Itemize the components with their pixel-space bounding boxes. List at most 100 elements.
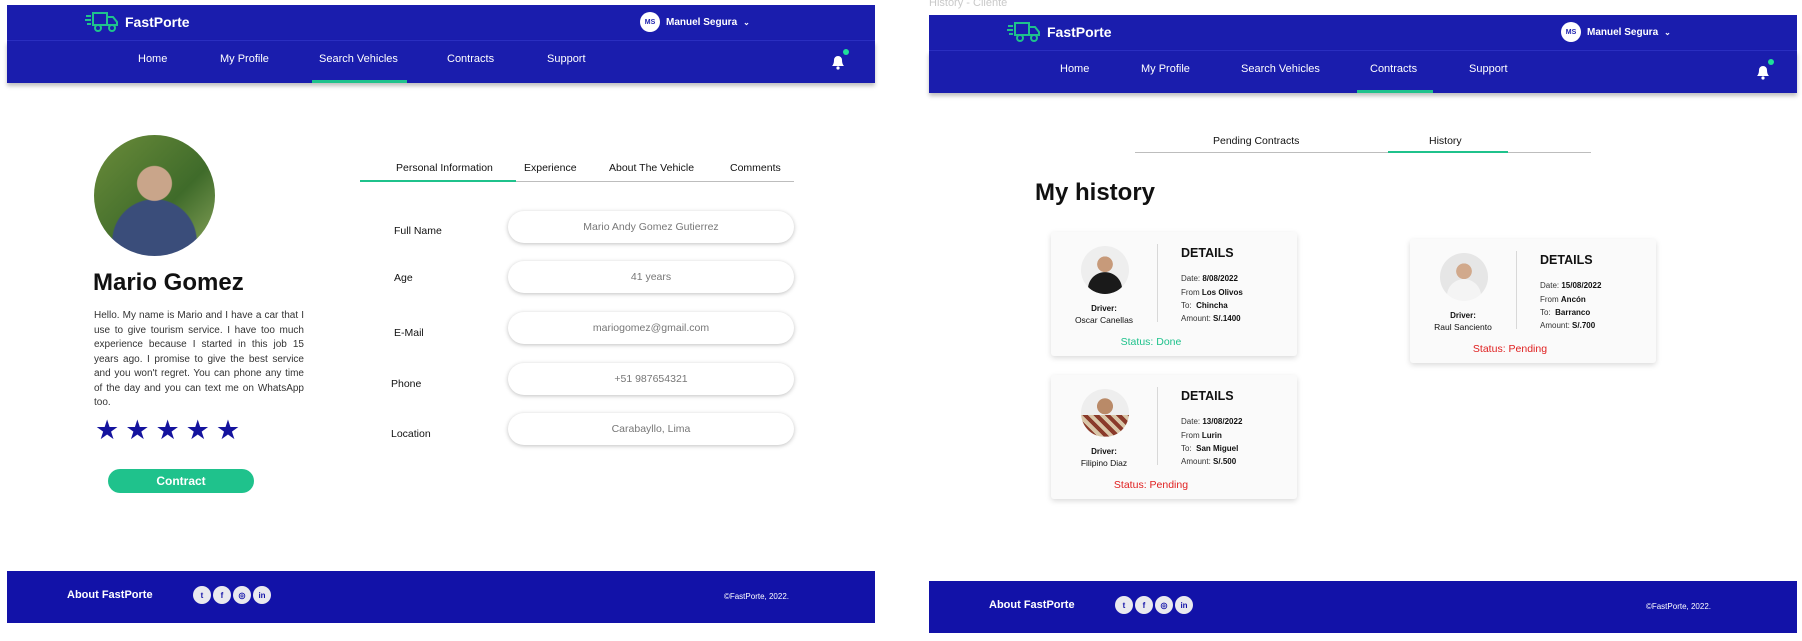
user-avatar: MS [640,12,660,32]
facebook-icon[interactable]: f [1135,596,1153,614]
amount-value: S/.1400 [1213,314,1241,323]
user-menu[interactable]: MS Manuel Segura ⌄ [640,12,750,32]
footer-about-link[interactable]: About FastPorte [67,589,153,601]
tab-comments[interactable]: Comments [730,162,781,174]
main-nav: Home My Profile Search Vehicles Contract… [7,41,875,83]
star-icon: ★ [125,415,150,445]
nav-search-vehicles[interactable]: Search Vehicles [319,53,398,65]
truck-icon [85,9,119,35]
linkedin-icon[interactable]: in [253,586,271,604]
nav-search-vehicles[interactable]: Search Vehicles [1241,63,1320,75]
detail-from: From Los Olivos [1181,288,1243,297]
detail-from: From Ancón [1540,295,1586,304]
driver-label: Driver: [1091,447,1117,456]
tab-pending-contracts[interactable]: Pending Contracts [1213,135,1299,147]
to-value: Chincha [1196,301,1228,310]
brand-logo[interactable]: FastPorte [1007,19,1112,45]
details-title: DETAILS [1181,246,1234,260]
driver-name: Mario Gomez [93,269,244,296]
detail-to: To: Barranco [1540,308,1590,317]
notification-dot [843,49,849,55]
nav-my-profile[interactable]: My Profile [1141,63,1190,75]
contract-button[interactable]: Contract [108,469,254,493]
driver-photo [1440,253,1488,301]
user-menu[interactable]: MS Manuel Segura ⌄ [1561,22,1671,42]
top-bar: FastPorte MS Manuel Segura ⌄ [929,15,1797,51]
page-title: My history [1035,179,1156,206]
status-badge: Status: Done [1120,336,1182,348]
chevron-down-icon: ⌄ [743,17,750,27]
status-badge: Status: Pending [1113,479,1189,491]
nav-contracts[interactable]: Contracts [447,53,494,65]
email-field[interactable]: mariogomez@gmail.com [508,312,794,344]
tab-active-indicator [360,180,516,182]
footer: About FastPorte t f ◎ in ©FastPorte, 202… [7,571,875,623]
facebook-icon[interactable]: f [213,586,231,604]
detail-from: From Lurin [1181,431,1222,440]
age-label: Age [394,272,413,284]
notification-bell-icon[interactable] [827,49,849,73]
twitter-icon[interactable]: t [193,586,211,604]
twitter-icon[interactable]: t [1115,596,1133,614]
history-card[interactable]: Driver: Raul Sanciento DETAILS Date: 15/… [1410,239,1656,363]
footer-about-link[interactable]: About FastPorte [989,599,1075,611]
star-icon: ★ [95,415,120,445]
card-divider [1157,387,1158,465]
instagram-icon[interactable]: ◎ [1155,596,1173,614]
date-label: Date: [1181,417,1201,426]
date-value: 15/08/2022 [1561,281,1602,290]
age-field[interactable]: 41 years [508,261,794,293]
tab-personal-information[interactable]: Personal Information [396,162,493,174]
date-label: Date: [1181,274,1201,283]
details-title: DETAILS [1540,253,1593,267]
to-label: To: [1181,301,1192,310]
nav-contracts[interactable]: Contracts [1370,63,1417,75]
tab-active-indicator [1388,151,1508,153]
tab-history[interactable]: History [1429,135,1462,147]
status-badge: Status: Pending [1472,343,1548,355]
to-label: To: [1540,308,1551,317]
history-card[interactable]: Driver: Oscar Canellas DETAILS Date: 8/0… [1051,232,1297,356]
social-links: t f ◎ in [193,586,271,604]
linkedin-icon[interactable]: in [1175,596,1193,614]
main-nav: Home My Profile Search Vehicles Contract… [929,51,1797,93]
nav-home[interactable]: Home [1060,63,1089,75]
tab-about-the-vehicle[interactable]: About The Vehicle [609,162,694,174]
detail-to: To: San Miguel [1181,444,1238,453]
instagram-icon[interactable]: ◎ [233,586,251,604]
from-value: Lurin [1201,431,1222,440]
notification-bell-icon[interactable] [1752,59,1774,83]
card-divider [1516,251,1517,329]
tabs-divider [1135,152,1591,153]
top-bar: FastPorte MS Manuel Segura ⌄ [7,5,875,41]
full-name-field[interactable]: Mario Andy Gomez Gutierrez [508,211,794,243]
driver-label: Driver: [1091,304,1117,313]
star-icon: ★ [185,415,210,445]
driver-profile-frame: FastPorte MS Manuel Segura ⌄ Home My Pro… [7,5,875,623]
star-icon: ★ [155,415,180,445]
details-title: DETAILS [1181,389,1234,403]
nav-support[interactable]: Support [547,53,586,65]
detail-date: Date: 15/08/2022 [1540,281,1601,290]
tab-experience[interactable]: Experience [524,162,577,174]
user-name: Manuel Segura [666,16,738,28]
full-name-label: Full Name [394,225,442,237]
amount-label: Amount: [1181,457,1211,466]
driver-avatar [94,135,215,256]
nav-my-profile[interactable]: My Profile [220,53,269,65]
brand-name: FastPorte [1047,24,1112,40]
driver-name: Oscar Canellas [1074,315,1134,325]
to-label: To: [1181,444,1192,453]
nav-support[interactable]: Support [1469,63,1508,75]
history-card[interactable]: Driver: Filipino Diaz DETAILS Date: 13/0… [1051,375,1297,499]
brand-logo[interactable]: FastPorte [85,9,190,35]
phone-field[interactable]: +51 987654321 [508,363,794,395]
notification-dot [1768,59,1774,65]
amount-label: Amount: [1181,314,1211,323]
location-field[interactable]: Carabayllo, Lima [508,413,794,445]
from-value: Ancón [1560,295,1586,304]
driver-photo [1081,389,1129,437]
date-value: 13/08/2022 [1202,417,1243,426]
star-icon: ★ [215,415,241,445]
nav-home[interactable]: Home [138,53,167,65]
